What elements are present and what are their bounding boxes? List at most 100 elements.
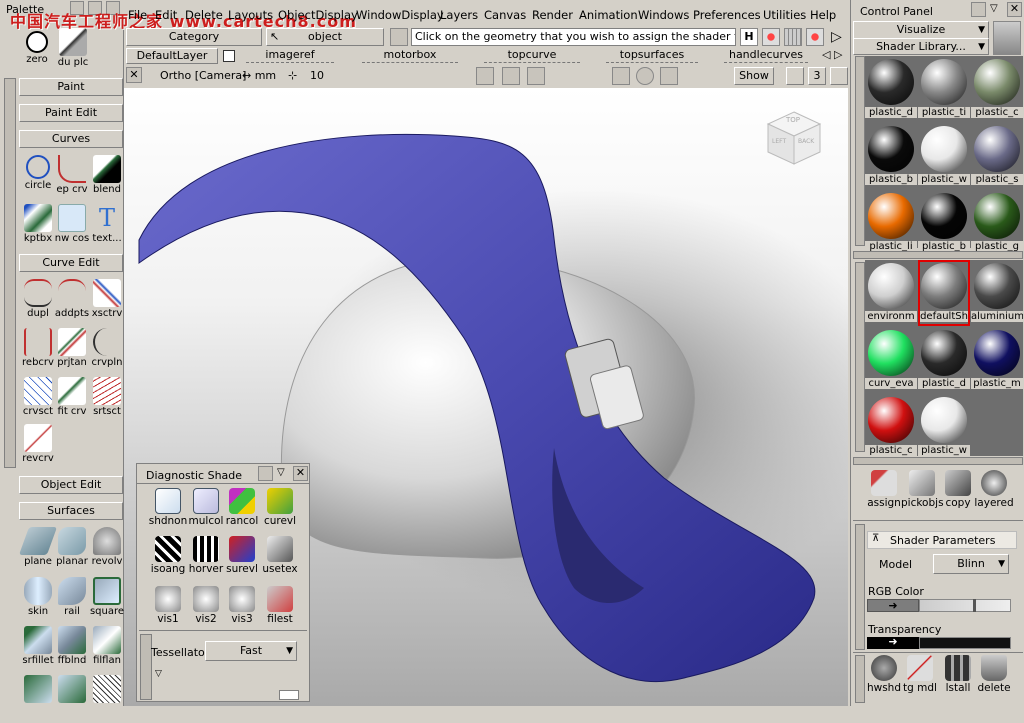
menu-windowdisplay[interactable]: WindowDisplay: [356, 8, 444, 22]
category-dropdown[interactable]: Category: [126, 28, 262, 46]
scene-splitter[interactable]: [853, 457, 1023, 465]
model-dropdown[interactable]: Blinn ▼: [933, 554, 1009, 574]
window-menu-icon[interactable]: [258, 466, 273, 481]
tool-ffblnd[interactable]: ffblnd: [53, 626, 91, 674]
tool-skin[interactable]: skin: [19, 577, 57, 625]
expand-icon[interactable]: ▽: [155, 669, 162, 679]
prompt-history-icon[interactable]: [390, 28, 408, 46]
section-curves[interactable]: Curves: [19, 130, 123, 148]
close-icon[interactable]: ✕: [293, 466, 308, 481]
section-curve-edit[interactable]: Curve Edit: [19, 254, 123, 272]
tool-square[interactable]: square: [88, 577, 126, 625]
menu-delete[interactable]: Delete: [185, 8, 223, 22]
tool-fit-crv[interactable]: fit crv: [53, 377, 91, 425]
shader-swatch[interactable]: plastic_m: [971, 327, 1023, 393]
pick-icon[interactable]: [762, 28, 780, 46]
window-fit-icon[interactable]: [612, 67, 630, 85]
tool-tg-mdl[interactable]: tg mdl: [899, 655, 941, 701]
close-view-icon[interactable]: ✕: [126, 67, 142, 83]
tool-text[interactable]: Ttext...: [88, 204, 126, 252]
visualize-dropdown[interactable]: Visualize ▼: [853, 21, 989, 39]
shader-swatch[interactable]: plastic_w: [918, 123, 970, 189]
section-object-edit[interactable]: Object Edit: [19, 476, 123, 494]
toolbar-arrow-right-icon[interactable]: ▷: [831, 29, 842, 45]
tool-du-plc[interactable]: du plc: [54, 28, 92, 76]
layer-motorbox[interactable]: motorbox: [362, 48, 458, 63]
shader-swatch[interactable]: plastic_c: [971, 56, 1023, 122]
panel-collapse-icon[interactable]: ▽: [990, 3, 998, 14]
layers-scroll-icon[interactable]: ◁ ▷: [822, 48, 842, 61]
tool-kptbx[interactable]: kptbx: [19, 204, 57, 252]
tool-crvsct[interactable]: crvsct: [19, 377, 57, 425]
transparency-swatch[interactable]: ➜: [867, 636, 919, 649]
slider-handle[interactable]: [973, 599, 976, 612]
menu-layouts[interactable]: Layouts: [228, 8, 273, 22]
tool-delete[interactable]: delete: [973, 655, 1015, 701]
camera-track-icon[interactable]: [527, 67, 545, 85]
camera-tumble-icon[interactable]: [502, 67, 520, 85]
tool-addpts[interactable]: addpts: [53, 279, 91, 327]
menu-layers[interactable]: Layers: [440, 8, 478, 22]
shader-swatch[interactable]: plastic_d: [865, 56, 917, 122]
tool-revcrv[interactable]: revcrv: [19, 424, 57, 472]
shader-library-dropdown[interactable]: Shader Library... ▼: [853, 38, 989, 55]
menu-preferences[interactable]: Preferences: [693, 8, 761, 22]
menu-canvas[interactable]: Canvas: [484, 8, 526, 22]
resize-handle[interactable]: [279, 690, 299, 700]
shader-parameters-header[interactable]: ⊼ Shader Parameters: [867, 531, 1017, 549]
tool-crvpln[interactable]: crvpln: [88, 328, 126, 376]
diagnostic-scrollbar[interactable]: [140, 634, 152, 700]
tool-blend[interactable]: blend: [88, 155, 126, 203]
tool-isoang[interactable]: isoang: [147, 536, 189, 582]
layer-handlecurves[interactable]: handlecurves: [724, 48, 808, 63]
palette-scrollbar[interactable]: [4, 78, 16, 468]
tool-circle[interactable]: circle: [19, 155, 57, 203]
trash-icon[interactable]: [993, 21, 1021, 55]
shader-swatch[interactable]: aluminium: [971, 260, 1023, 326]
tool-xsctrv[interactable]: xsctrv: [88, 279, 126, 327]
scene-scrollbar[interactable]: [855, 262, 865, 452]
menu-edit[interactable]: Edit: [155, 8, 177, 22]
shader-swatch[interactable]: curv_eva: [865, 327, 917, 393]
section-surfaces[interactable]: Surfaces: [19, 502, 123, 520]
shader-swatch[interactable]: plastic_b: [918, 190, 970, 256]
tool-rancol[interactable]: rancol: [221, 488, 263, 534]
tool-more-3[interactable]: [88, 675, 126, 723]
shader-swatch[interactable]: plastic_li: [865, 190, 917, 256]
tool-zero[interactable]: zero: [18, 28, 56, 76]
menu-objectdisplay[interactable]: ObjectDisplay: [278, 8, 358, 22]
tool-plane[interactable]: plane: [18, 527, 58, 575]
h-icon[interactable]: H: [740, 28, 758, 46]
move-view-icon[interactable]: [660, 67, 678, 85]
menu-windows[interactable]: Windows: [638, 8, 689, 22]
tool-surevl[interactable]: surevl: [221, 536, 263, 582]
layer-imageref[interactable]: imageref: [246, 48, 334, 63]
grid-snap-icon[interactable]: [784, 28, 802, 46]
tool-more-1[interactable]: [19, 675, 57, 723]
action-layered[interactable]: layered: [973, 470, 1015, 516]
tool-srfillet[interactable]: srfillet: [19, 626, 57, 674]
menu-help[interactable]: Help: [810, 8, 836, 22]
curve-snap-icon[interactable]: [806, 28, 824, 46]
shader-swatch[interactable]: plastic_ti: [918, 56, 970, 122]
menu-file[interactable]: File: [128, 8, 147, 22]
menu-render[interactable]: Render: [532, 8, 573, 22]
tool-ep-crv[interactable]: ep crv: [53, 155, 91, 203]
panel-menu-icon[interactable]: [971, 2, 986, 17]
tool-more-2[interactable]: [53, 675, 91, 723]
layer-topcurve[interactable]: topcurve: [484, 48, 580, 63]
tessellator-dropdown[interactable]: Fast ▼: [205, 641, 297, 661]
tool-vis1[interactable]: vis1: [147, 586, 189, 632]
action-assign[interactable]: assign: [863, 470, 905, 516]
parameters-scrollbar[interactable]: [855, 524, 865, 650]
rgb-color-slider[interactable]: [919, 599, 1011, 612]
show-button[interactable]: Show: [734, 67, 774, 85]
section-paint-edit[interactable]: Paint Edit: [19, 104, 123, 122]
prompt-line[interactable]: Click on the geometry that you wish to a…: [411, 28, 736, 46]
tool-filest[interactable]: filest: [259, 586, 301, 632]
shader-swatch[interactable]: plastic_d: [918, 327, 970, 393]
maximize-view-button[interactable]: [830, 67, 848, 85]
tool-nw-cos[interactable]: nw cos: [53, 204, 91, 252]
tool-prjtan[interactable]: prjtan: [53, 328, 91, 376]
view-count-button[interactable]: 3: [808, 67, 826, 85]
